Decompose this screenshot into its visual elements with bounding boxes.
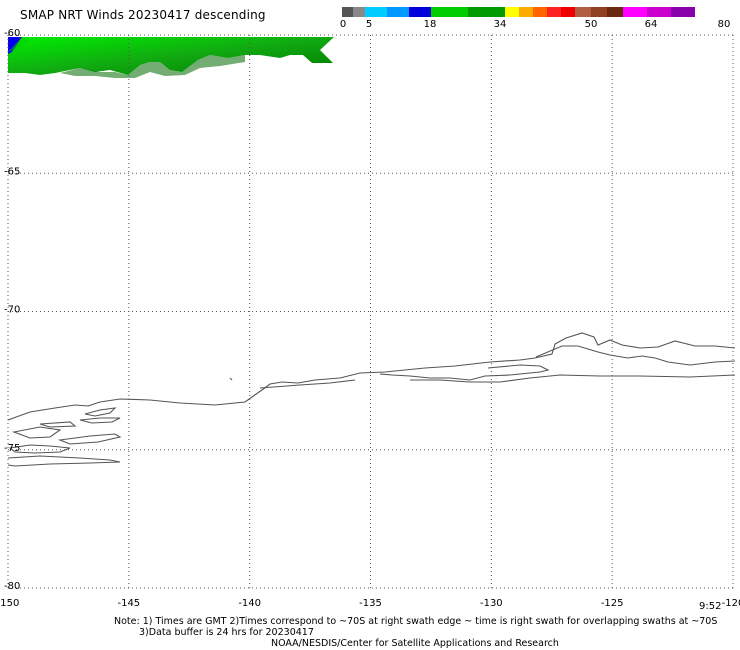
- wind-swath: [8, 37, 334, 75]
- longitude-tick-label: -125: [601, 598, 624, 609]
- antarctic-coastline: [7, 332, 736, 467]
- longitude-tick-label: -140: [238, 598, 261, 609]
- wind-map: -150 -145 -140 -135 -130 -125 -120 -60 -65 -70 -75…: [0, 28, 740, 609]
- latitude-tick-label: -70: [4, 305, 20, 316]
- latitude-tick-label: -65: [4, 166, 20, 177]
- latitude-tick-label: -75: [4, 443, 20, 454]
- map-grid: [7, 34, 734, 589]
- note-line-3: NOAA/NESDIS/Center for Satellite Applica…: [271, 638, 559, 649]
- longitude-tick-label: -150: [0, 598, 19, 609]
- note-line-1: Note: 1) Times are GMT 2)Times correspon…: [114, 616, 718, 627]
- longitude-tick-label: -145: [117, 598, 140, 609]
- latitude-tick-label: -60: [4, 28, 20, 39]
- time-label: 9:52: [699, 601, 722, 612]
- longitude-tick-label: -135: [359, 598, 382, 609]
- latitude-tick-label: -80: [4, 581, 20, 592]
- longitude-tick-label: -130: [480, 598, 503, 609]
- note-line-2: 3)Data buffer is 24 hrs for 20230417: [139, 627, 314, 638]
- longitude-tick-label: -120: [722, 598, 740, 609]
